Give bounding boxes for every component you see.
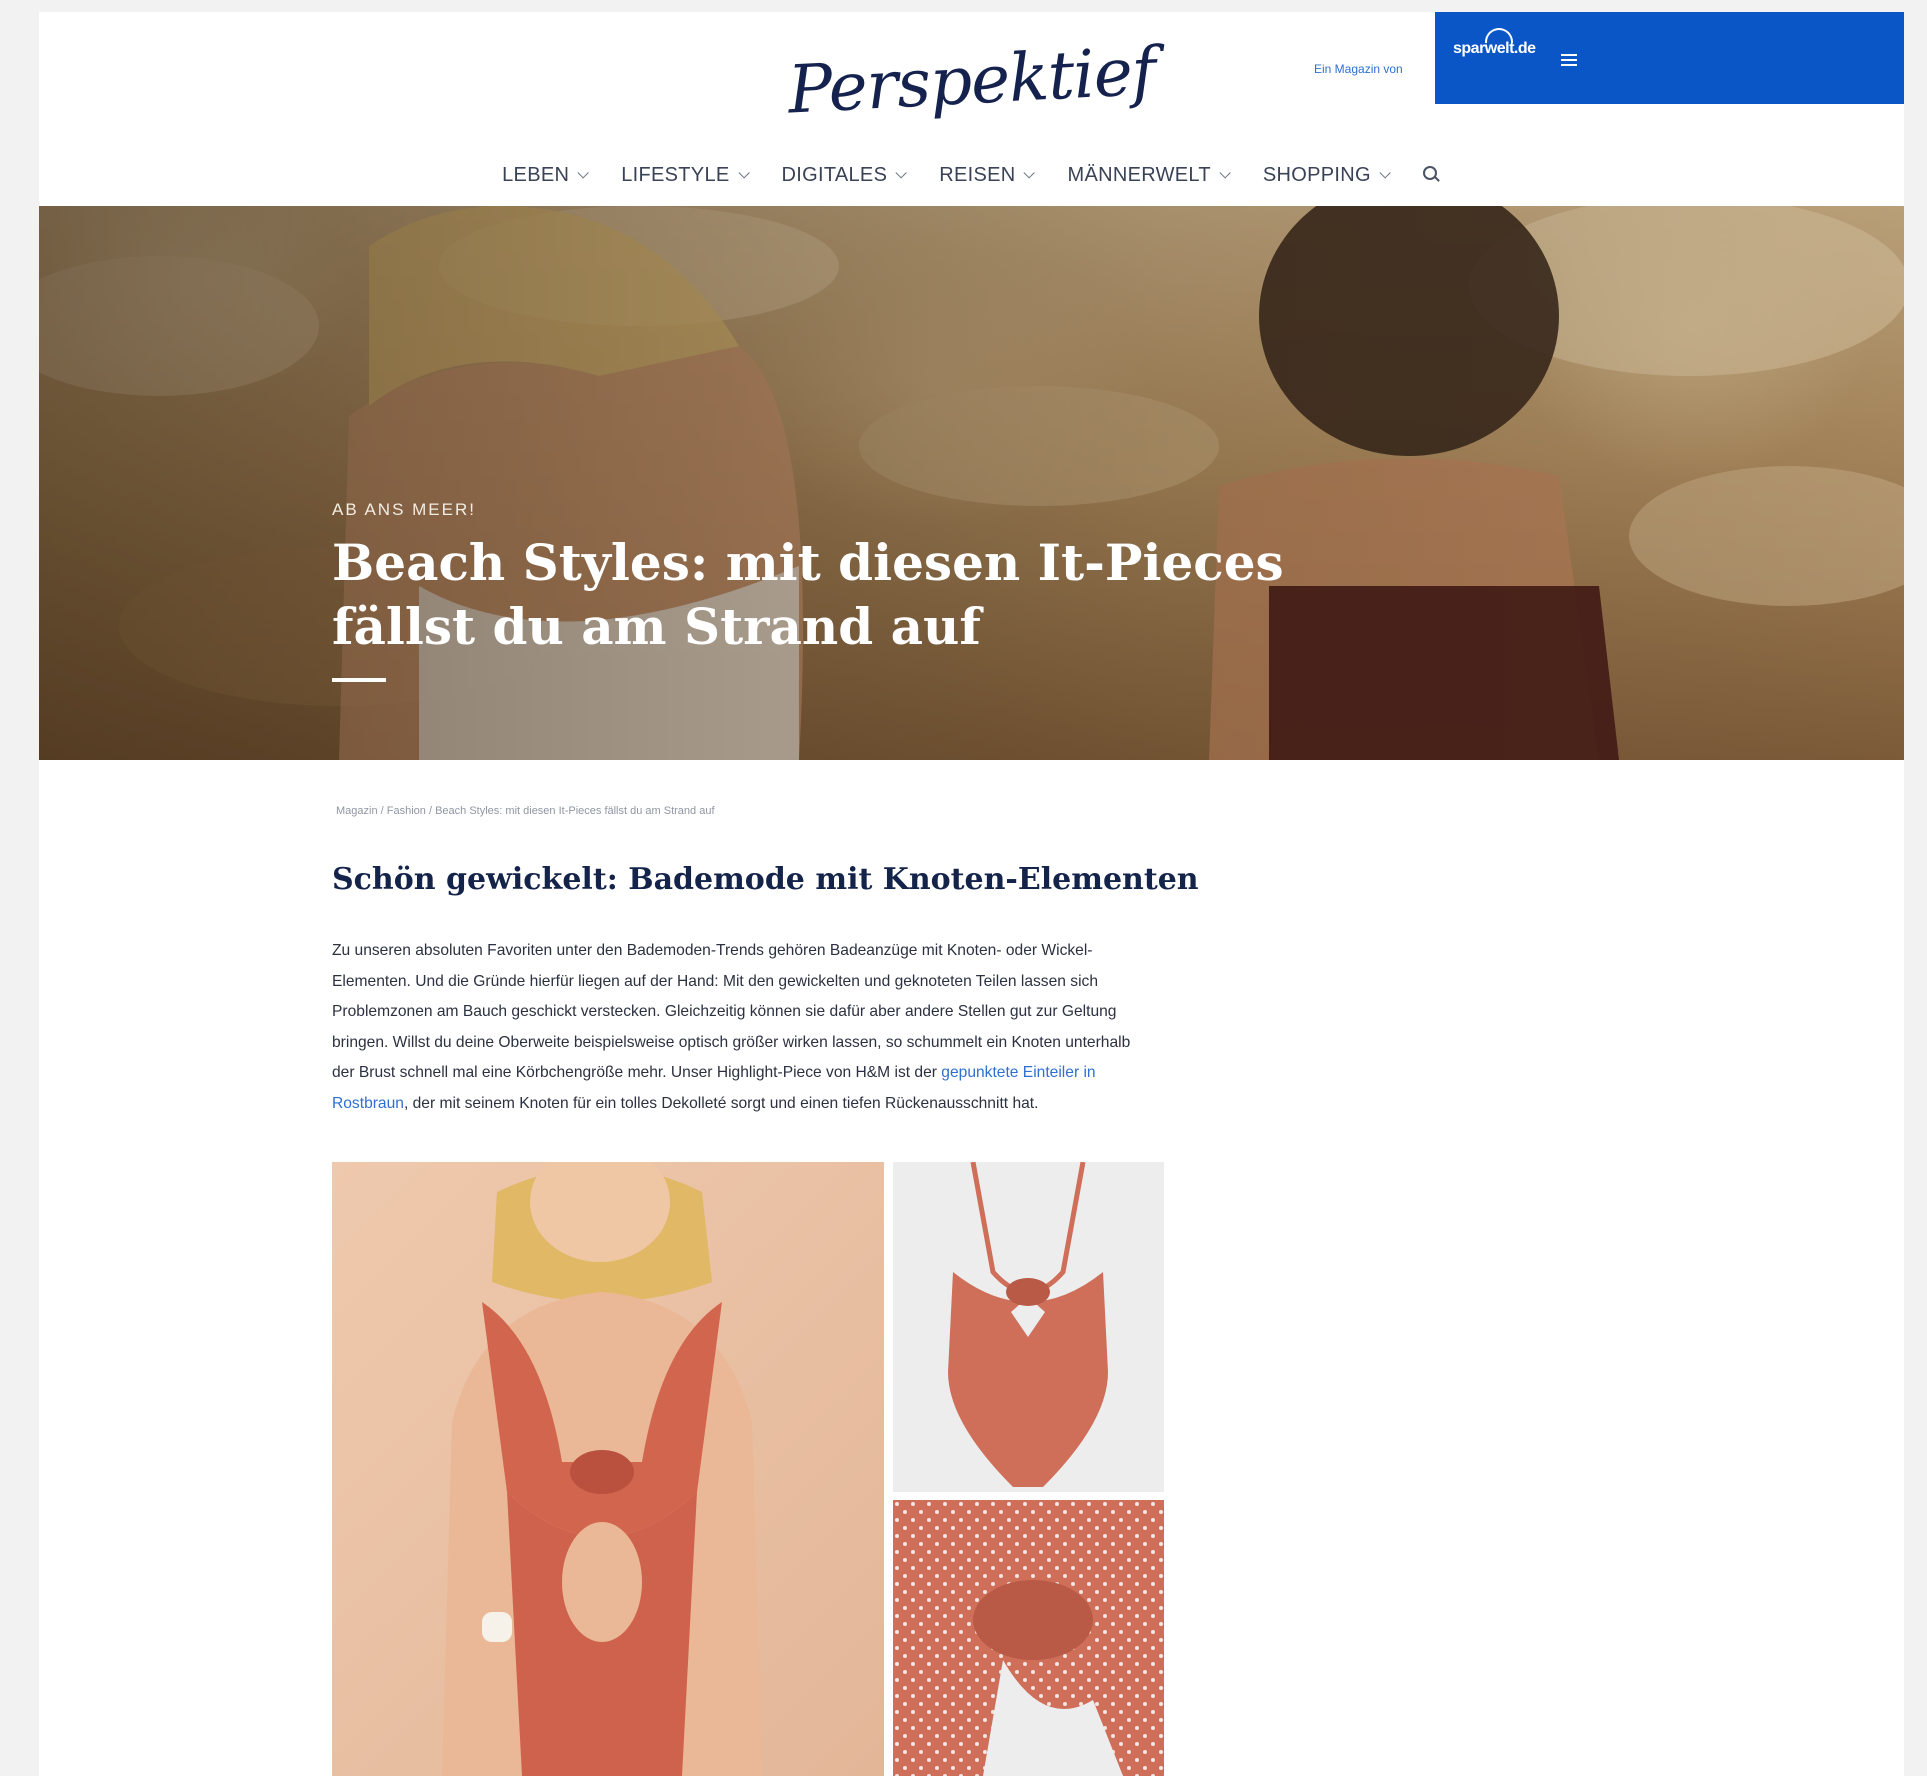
chevron-down-icon (737, 167, 750, 179)
main-navigation: LEBEN LIFESTYLE DIGITALES REISEN MÄNNERW… (39, 160, 1904, 190)
model-photo-illustration (442, 1162, 762, 1776)
product-flatlay-photo[interactable] (893, 1162, 1164, 1492)
paragraph-text: , der mit seinem Knoten für ein tolles D… (403, 1094, 1039, 1112)
nav-item-label: LIFESTYLE (621, 163, 730, 186)
nav-item-leben[interactable]: LEBEN (502, 163, 589, 187)
article-paragraph: Zu unseren absoluten Favoriten unter den… (332, 936, 1157, 1120)
chevron-down-icon (1023, 167, 1036, 179)
nav-item-label: REISEN (939, 163, 1016, 186)
hero-kicker: AB ANS MEER! (332, 500, 476, 519)
nav-item-label: MÄNNERWELT (1067, 163, 1211, 186)
hero-title: Beach Styles: mit diesen It-Pieces fälls… (332, 533, 1284, 656)
hero-overlay (39, 206, 1904, 760)
product-model-photo[interactable] (332, 1162, 884, 1776)
chevron-down-icon (1219, 167, 1231, 179)
page: Perspektief Ein Magazin von sparwelt.de … (39, 12, 1904, 1776)
breadcrumb: Magazin / Fashion / Beach Styles: mit di… (336, 805, 715, 817)
hero-banner: AB ANS MEER! Beach Styles: mit diesen It… (39, 206, 1904, 760)
partner-text[interactable]: Ein Magazin von (1314, 62, 1403, 76)
paragraph-text: Zu unseren absoluten Favoriten unter den… (332, 942, 1131, 1082)
chevron-down-icon (895, 167, 907, 179)
flatlay-illustration (948, 1162, 1108, 1487)
breadcrumb-link-magazin[interactable]: Magazin (336, 805, 378, 817)
umbrella-icon (1485, 28, 1513, 43)
section-heading: Schön gewickelt: Bademode mit Knoten-Ele… (332, 862, 1199, 897)
nav-item-label: DIGITALES (781, 163, 888, 186)
brand-logo[interactable]: sparwelt.de (1453, 28, 1536, 58)
search-icon[interactable] (1422, 166, 1441, 184)
hamburger-menu-icon[interactable] (1561, 54, 1577, 66)
chevron-down-icon (577, 167, 589, 179)
chevron-down-icon (1379, 167, 1391, 179)
nav-item-shopping[interactable]: SHOPPING (1262, 163, 1391, 187)
breadcrumb-current: Beach Styles: mit diesen It-Pieces fälls… (435, 805, 715, 817)
breadcrumb-link-fashion[interactable]: Fashion (387, 805, 426, 817)
product-detail-photo[interactable] (893, 1500, 1164, 1776)
nav-item-reisen[interactable]: REISEN (939, 163, 1036, 187)
nav-item-lifestyle[interactable]: LIFESTYLE (621, 163, 750, 187)
nav-item-maennerwelt[interactable]: MÄNNERWELT (1067, 163, 1231, 187)
brand-bar: sparwelt.de (1435, 12, 1904, 104)
hero-divider (332, 678, 386, 682)
nav-item-label: SHOPPING (1262, 163, 1371, 186)
nav-item-label: LEBEN (502, 163, 570, 186)
detail-illustration (893, 1500, 1164, 1776)
nav-item-digitales[interactable]: DIGITALES (781, 163, 907, 187)
